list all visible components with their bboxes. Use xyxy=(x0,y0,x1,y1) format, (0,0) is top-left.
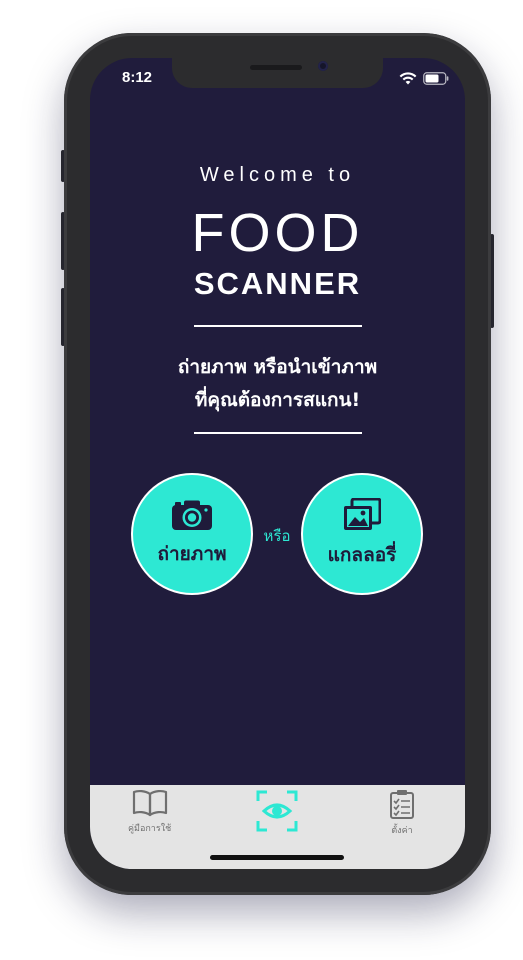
gallery-label: แกลลอรี่ xyxy=(327,544,397,566)
bottom-divider xyxy=(194,432,362,434)
gallery-icon xyxy=(343,497,382,536)
speaker-grille xyxy=(250,65,302,70)
notch xyxy=(172,58,383,88)
clipboard-checklist-icon xyxy=(389,789,415,823)
tab-guide[interactable]: คู่มือการใช้ xyxy=(128,789,171,835)
tab-settings[interactable]: ตั้งค่า xyxy=(389,789,415,837)
tab-settings-label: ตั้งค่า xyxy=(391,826,413,836)
stage: 8:12 Welcome to FOOD SCANNER ถ่ายภาพ หรื… xyxy=(0,0,523,960)
tab-guide-label: คู่มือการใช้ xyxy=(128,824,172,834)
gallery-button[interactable]: แกลลอรี่ xyxy=(303,475,421,593)
wifi-icon xyxy=(399,70,417,89)
take-photo-button[interactable]: ถ่ายภาพ xyxy=(133,475,251,593)
tab-scan[interactable] xyxy=(255,789,299,837)
status-icons xyxy=(399,70,449,89)
battery-icon xyxy=(423,70,449,89)
book-icon xyxy=(132,789,168,821)
app-screen: 8:12 Welcome to FOOD SCANNER ถ่ายภาพ หรื… xyxy=(90,58,465,869)
take-photo-label: ถ่ายภาพ xyxy=(157,543,227,565)
scan-icon xyxy=(255,789,299,837)
camera-icon xyxy=(171,499,213,535)
app-title-scanner: SCANNER xyxy=(193,266,362,301)
home-indicator[interactable] xyxy=(210,855,344,860)
status-time: 8:12 xyxy=(122,69,153,86)
subtitle-line-2: ที่คุณต้องการสแกน! xyxy=(194,389,361,411)
or-text: หรือ xyxy=(263,527,291,545)
subtitle-line-1: ถ่ายภาพ หรือนำเข้าภาพ xyxy=(177,356,378,378)
app-title-food: FOOD xyxy=(191,203,364,263)
welcome-text: Welcome to xyxy=(199,164,356,186)
front-camera xyxy=(318,61,328,71)
top-divider xyxy=(194,325,362,327)
